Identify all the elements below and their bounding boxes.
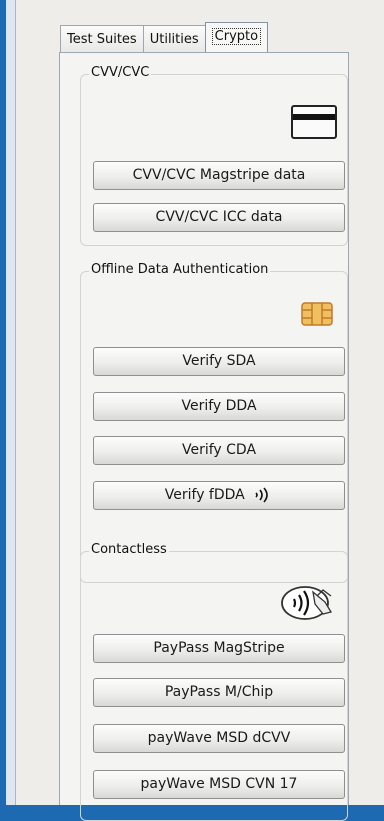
cvv-cvc-icc-button[interactable]: CVV/CVC ICC data <box>93 203 345 232</box>
offline-data-auth-group: Offline Data Authentication Verify SDA V… <box>80 262 348 583</box>
left-border-strip <box>6 0 16 805</box>
contactless-group: Contactless PayPass MagStripe PayPass M/… <box>80 542 348 821</box>
magstripe-card-icon <box>291 105 337 139</box>
contactless-card-icon <box>281 586 333 620</box>
cvv-cvc-group: CVV/CVC CVV/CVC Magstripe data CVV/CVC I… <box>80 65 348 246</box>
tab-bar: Test Suites Utilities Crypto <box>60 22 269 53</box>
paypass-mchip-button[interactable]: PayPass M/Chip <box>93 678 345 707</box>
cvv-cvc-group-title: CVV/CVC <box>89 65 152 80</box>
contactless-waves-icon <box>255 487 269 503</box>
crypto-tab-panel: CVV/CVC CVV/CVC Magstripe data CVV/CVC I… <box>59 52 349 821</box>
verify-fdda-button[interactable]: Verify fDDA <box>93 481 345 510</box>
verify-cda-button[interactable]: Verify CDA <box>93 436 345 465</box>
verify-dda-button[interactable]: Verify DDA <box>93 392 345 421</box>
tab-crypto[interactable]: Crypto <box>204 22 269 53</box>
paypass-magstripe-button[interactable]: PayPass MagStripe <box>93 634 345 663</box>
offline-data-auth-group-title: Offline Data Authentication <box>89 262 271 277</box>
tab-crypto-label: Crypto <box>211 28 262 45</box>
cvv-cvc-magstripe-button[interactable]: CVV/CVC Magstripe data <box>93 161 345 190</box>
tab-test-suites[interactable]: Test Suites <box>60 25 144 52</box>
contactless-group-title: Contactless <box>89 542 169 557</box>
verify-sda-button[interactable]: Verify SDA <box>93 347 345 376</box>
emv-chip-icon <box>301 302 333 326</box>
tab-utilities[interactable]: Utilities <box>142 25 206 52</box>
paywave-msd-dcvv-button[interactable]: payWave MSD dCVV <box>93 724 345 753</box>
verify-fdda-label: Verify fDDA <box>164 487 245 503</box>
paywave-msd-cvn17-button[interactable]: payWave MSD CVN 17 <box>93 770 345 799</box>
